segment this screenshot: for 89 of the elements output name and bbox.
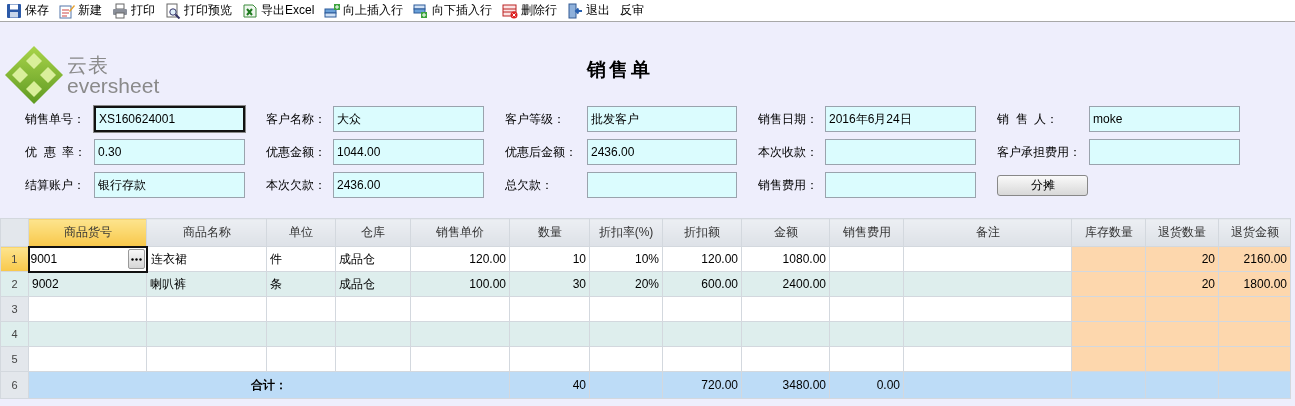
toolbar-button[interactable]: 导出Excel — [240, 0, 317, 21]
field-label: 总欠款： — [504, 176, 554, 194]
field-label: 销售单号： — [25, 110, 86, 128]
column-header[interactable]: 库存数量 — [1071, 218, 1146, 247]
field-label: 销 售 人： — [996, 110, 1060, 128]
input-field[interactable]: 1044.00 — [333, 139, 484, 165]
column-header[interactable]: 折扣额 — [662, 218, 742, 247]
field-label: 本次欠款： — [265, 176, 327, 194]
column-header[interactable]: 退货数量 — [1145, 218, 1219, 247]
column-header[interactable]: 商品货号 — [28, 218, 147, 247]
row-number[interactable]: 2 — [0, 271, 29, 297]
input-field[interactable] — [587, 172, 737, 198]
toolbar-button[interactable]: 向下插入行 — [411, 0, 495, 21]
field-label: 客户名称： — [265, 110, 327, 128]
input-field[interactable] — [825, 139, 976, 165]
column-header[interactable]: 商品名称 — [146, 218, 267, 247]
input-field[interactable] — [825, 172, 976, 198]
total-cell: 40 — [509, 371, 590, 399]
field-label: 客户等级： — [504, 110, 566, 128]
table-cell: 件 — [266, 246, 336, 272]
table-cell: 1080.00 — [741, 246, 830, 272]
table-cell: 100.00 — [410, 271, 510, 297]
table-cell — [266, 296, 336, 322]
column-header[interactable]: 数量 — [509, 218, 590, 247]
field-label: 销售费用： — [757, 176, 819, 194]
column-header[interactable]: 退货金额 — [1218, 218, 1291, 247]
input-field[interactable]: moke — [1089, 106, 1240, 132]
row-number[interactable]: 4 — [0, 321, 29, 347]
table-cell[interactable]: 9001 — [28, 246, 147, 272]
toolbar-button[interactable]: 打印预览 — [163, 0, 234, 21]
row-number[interactable]: 1 — [0, 246, 29, 272]
table-cell: 连衣裙 — [146, 246, 267, 272]
field-label: 优惠金额： — [265, 143, 327, 161]
column-header[interactable]: 折扣率(%) — [589, 218, 663, 247]
field-label: 本次收款： — [757, 143, 819, 161]
browse-button[interactable] — [127, 249, 145, 269]
table-cell: 120.00 — [662, 246, 742, 272]
input-field[interactable] — [1089, 139, 1240, 165]
input-field[interactable]: 银行存款 — [94, 172, 245, 198]
column-header[interactable]: 销售费用 — [829, 218, 904, 247]
field-label: 客户承担费用： — [996, 143, 1082, 161]
field-label: 结算账户： — [25, 176, 86, 194]
field-label: 优惠后金额： — [504, 143, 578, 161]
row-number: 6 — [0, 371, 29, 399]
ellipsis-icon — [130, 257, 142, 261]
column-header[interactable]: 备注 — [903, 218, 1072, 247]
row-number[interactable]: 5 — [0, 346, 29, 372]
toolbar-button[interactable]: 退出 — [565, 0, 613, 21]
door-arrow-icon — [567, 2, 584, 19]
table-cell: 30 — [509, 271, 590, 297]
column-header[interactable]: 销售单价 — [410, 218, 510, 247]
table-cell: 10% — [589, 246, 663, 272]
total-cell: 720.00 — [662, 371, 742, 399]
toolbar-button[interactable]: 反审 — [618, 0, 647, 21]
input-field[interactable]: 批发客户 — [587, 106, 737, 132]
spreadsheet-icon — [242, 2, 258, 19]
total-cell: 3480.00 — [741, 371, 830, 399]
allocate-button[interactable]: 分摊 — [997, 175, 1088, 196]
toolbar-button[interactable]: 向上插入行 — [322, 0, 406, 21]
field-label: 销售日期： — [757, 110, 819, 128]
input-field[interactable]: 2436.00 — [587, 139, 737, 165]
column-header[interactable]: 仓库 — [335, 218, 411, 247]
input-field[interactable]: 2436.00 — [333, 172, 484, 198]
column-header[interactable]: 金额 — [741, 218, 830, 247]
table-cell: 2400.00 — [741, 271, 830, 297]
table-cell: 9002 — [28, 271, 147, 297]
table-cell: 成品仓 — [335, 246, 411, 272]
toolbar-button[interactable]: 保存 — [4, 0, 51, 21]
logo-text: eversheet — [67, 74, 160, 96]
input-field[interactable]: 0.30 — [94, 139, 245, 165]
input-field[interactable]: XS160624001 — [94, 106, 245, 132]
row-number[interactable]: 3 — [0, 296, 29, 322]
input-field[interactable]: 大众 — [333, 106, 484, 132]
total-cell: 0.00 — [829, 371, 904, 399]
table-cell: 喇叭裤 — [146, 271, 267, 297]
table-cell: 10 — [509, 246, 590, 272]
input-field[interactable]: 2016年6月24日 — [825, 106, 976, 132]
toolbar-button[interactable]: 新建 — [57, 0, 104, 21]
form-title: 销售单 — [587, 58, 653, 82]
total-label: 合计： — [28, 371, 510, 399]
toolbar-button[interactable]: 删除行 — [500, 0, 560, 21]
table-cell — [266, 346, 336, 372]
toolbar-button[interactable]: 打印 — [110, 0, 157, 21]
logo-icon — [3, 44, 65, 106]
column-header[interactable]: 单位 — [266, 218, 336, 247]
table-cell: 120.00 — [410, 246, 510, 272]
field-label: 优 惠 率： — [25, 143, 88, 161]
logo-text: 云表 — [67, 54, 110, 75]
cell-text: 9001 — [30, 252, 58, 266]
